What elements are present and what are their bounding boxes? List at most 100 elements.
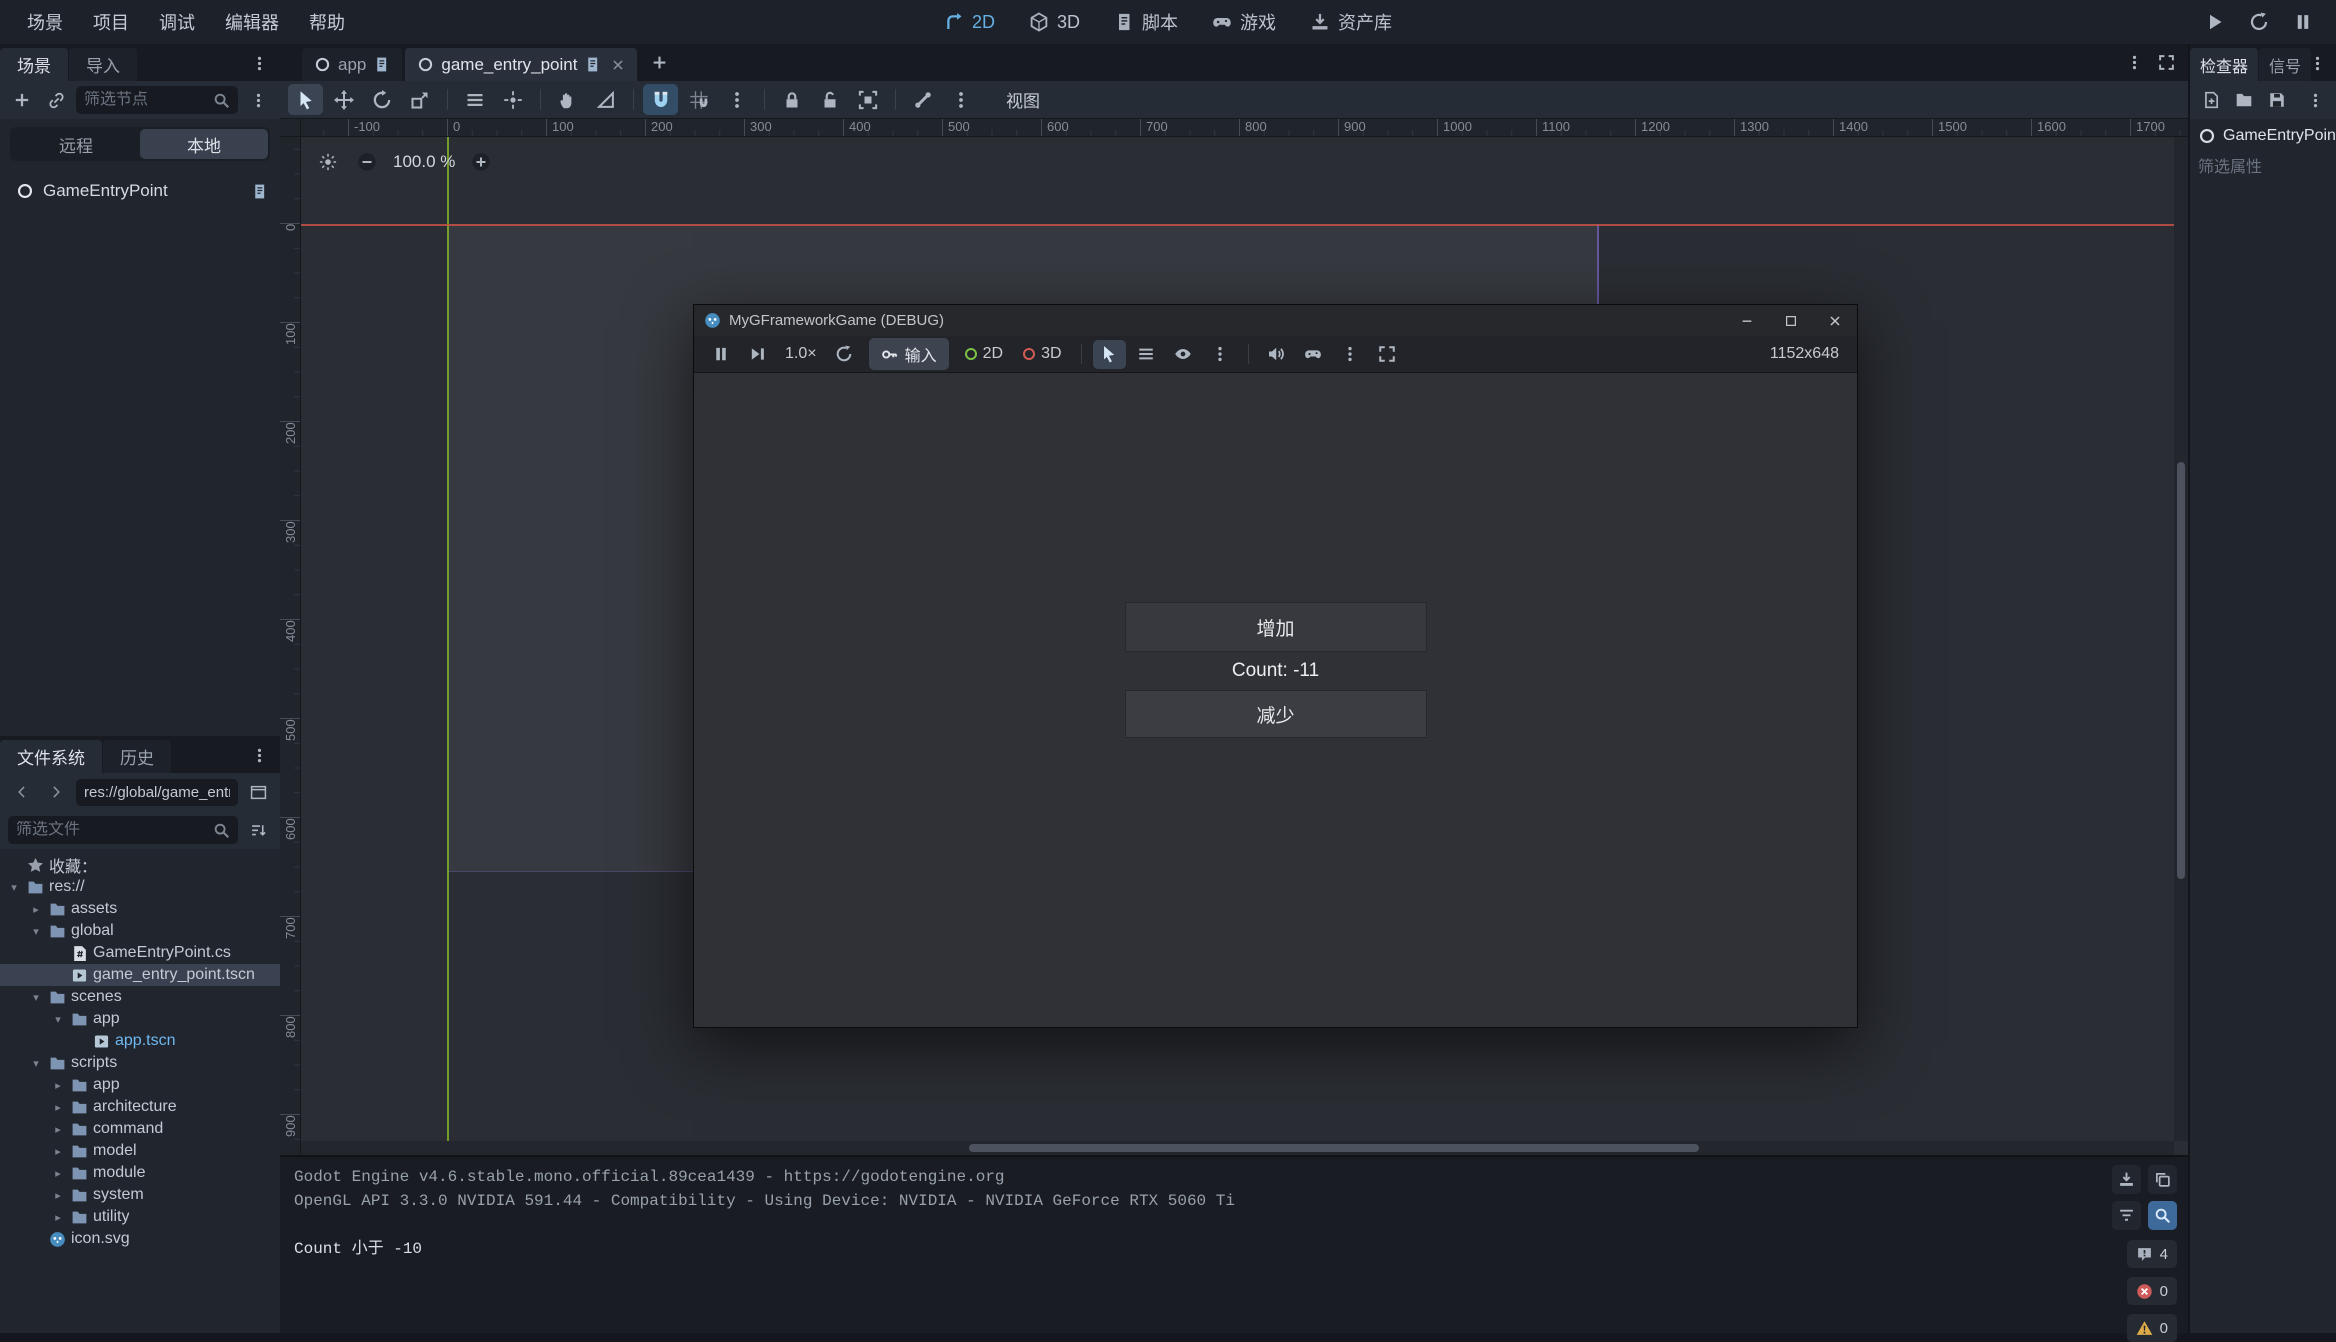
expand-editor-button[interactable] bbox=[2152, 49, 2180, 77]
dock-tab[interactable]: 文件系统 bbox=[0, 740, 102, 773]
expand-arrow[interactable]: ▸ bbox=[50, 1101, 66, 1114]
local-tab[interactable]: 本地 bbox=[140, 129, 268, 159]
dock-tab[interactable]: 检查器 bbox=[2190, 48, 2258, 81]
filter-properties-input[interactable]: 筛选属性 bbox=[2198, 153, 2328, 177]
file-tree-item[interactable]: ▸ module bbox=[0, 1162, 280, 1184]
menu-item[interactable]: 帮助 bbox=[294, 4, 360, 40]
expand-arrow[interactable]: ▾ bbox=[6, 881, 22, 894]
file-tree-item[interactable]: ▸ system bbox=[0, 1184, 280, 1206]
reset-speed-button[interactable] bbox=[828, 340, 861, 369]
workspace-tab[interactable]: 资产库 bbox=[1297, 4, 1405, 40]
filesystem-dock-menu-button[interactable] bbox=[246, 742, 272, 768]
debug-menu-button[interactable] bbox=[1297, 340, 1330, 369]
file-tree-item[interactable]: ▾ scenes bbox=[0, 986, 280, 1008]
script-icon[interactable] bbox=[373, 56, 390, 73]
filter-messages-button[interactable] bbox=[2112, 1201, 2141, 1230]
scene-tab[interactable]: app bbox=[302, 48, 402, 81]
minimize-button[interactable] bbox=[1725, 305, 1769, 336]
move-tool-button[interactable] bbox=[326, 84, 361, 115]
snap-options-button[interactable] bbox=[719, 84, 754, 115]
smart-snap-button[interactable] bbox=[643, 84, 678, 115]
pause-game-button[interactable] bbox=[704, 340, 737, 369]
messages-badge[interactable]: 4 bbox=[2127, 1240, 2177, 1268]
select-tool-button[interactable] bbox=[288, 84, 323, 115]
file-tree-item[interactable]: ▸ command bbox=[0, 1118, 280, 1140]
file-tree-item[interactable]: ▾ app bbox=[0, 1008, 280, 1030]
file-tree-item[interactable]: ▸ utility bbox=[0, 1206, 280, 1228]
inspector-menu-button[interactable] bbox=[2304, 50, 2330, 76]
expand-arrow[interactable]: ▾ bbox=[28, 925, 44, 938]
expand-arrow[interactable]: ▾ bbox=[28, 1057, 44, 1070]
workspace-tab[interactable]: 3D bbox=[1016, 7, 1093, 38]
scene-dock-menu-button[interactable] bbox=[246, 50, 272, 76]
mode-2d-button[interactable]: 2D bbox=[957, 341, 1011, 367]
file-tree-item[interactable]: ▸ assets bbox=[0, 898, 280, 920]
scene-tree-options-button[interactable] bbox=[244, 86, 272, 114]
center-view-button[interactable] bbox=[313, 147, 343, 177]
expand-arrow[interactable]: ▸ bbox=[28, 903, 44, 916]
camera-menu-button[interactable] bbox=[1204, 340, 1237, 369]
zoom-level[interactable]: 100.0 % bbox=[391, 152, 457, 172]
scale-tool-button[interactable] bbox=[402, 84, 437, 115]
playback-speed[interactable]: 1.0× bbox=[778, 345, 824, 363]
filter-files-input[interactable] bbox=[16, 821, 207, 839]
zoom-out-button[interactable] bbox=[352, 147, 382, 177]
file-tree-item[interactable]: ▾ res:// bbox=[0, 876, 280, 898]
lock-node-button[interactable] bbox=[774, 84, 809, 115]
file-tree-item[interactable]: icon.svg bbox=[0, 1228, 280, 1250]
game-window-titlebar[interactable]: MyGFrameworkGame (DEBUG) bbox=[694, 305, 1857, 336]
decrease-button[interactable]: 减少 bbox=[1125, 690, 1427, 738]
toggle-split-mode-button[interactable] bbox=[244, 778, 272, 806]
view-menu-button[interactable]: 视图 bbox=[993, 83, 1053, 116]
sort-files-button[interactable] bbox=[244, 816, 272, 844]
vertical-scrollbar[interactable] bbox=[2174, 137, 2188, 1141]
save-resource-button[interactable] bbox=[2265, 88, 2289, 112]
menu-item[interactable]: 项目 bbox=[78, 4, 144, 40]
window-menu-button[interactable] bbox=[1334, 340, 1367, 369]
workspace-tab[interactable]: 游戏 bbox=[1199, 4, 1289, 40]
menu-item[interactable]: 调试 bbox=[144, 4, 210, 40]
vertical-scrollbar-thumb[interactable] bbox=[2177, 462, 2185, 879]
mode-3d-button[interactable]: 3D bbox=[1015, 341, 1069, 367]
expand-arrow[interactable]: ▸ bbox=[50, 1189, 66, 1202]
selectable-nodes-button[interactable] bbox=[457, 84, 492, 115]
expand-arrow[interactable]: ▾ bbox=[28, 991, 44, 1004]
file-tree-item[interactable]: 收藏： bbox=[0, 854, 280, 876]
errors-badge[interactable]: 0 bbox=[2127, 1277, 2177, 1305]
open-script-icon[interactable] bbox=[251, 183, 268, 200]
history-back-button[interactable] bbox=[8, 778, 36, 806]
filter-nodes-input[interactable] bbox=[84, 91, 207, 109]
dock-tab[interactable]: 历史 bbox=[103, 740, 171, 773]
increase-button[interactable]: 增加 bbox=[1125, 602, 1427, 652]
scene-tree-node[interactable]: GameEntryPoint bbox=[0, 173, 280, 209]
menu-item[interactable]: 场景 bbox=[12, 4, 78, 40]
save-log-button[interactable] bbox=[2112, 1165, 2141, 1194]
file-tree-item[interactable]: GameEntryPoint.cs bbox=[0, 942, 280, 964]
file-tree-item[interactable]: ▸ model bbox=[0, 1140, 280, 1162]
file-tree-item[interactable]: ▸ app bbox=[0, 1074, 280, 1096]
horizontal-scrollbar-thumb[interactable] bbox=[969, 1144, 1699, 1152]
grid-snap-button[interactable] bbox=[681, 84, 716, 115]
inspected-object[interactable]: GameEntryPoint... bbox=[2190, 119, 2336, 149]
node-type-button[interactable] bbox=[1130, 340, 1163, 369]
expand-arrow[interactable]: ▾ bbox=[50, 1013, 66, 1026]
next-frame-button[interactable] bbox=[741, 340, 774, 369]
file-tree-item[interactable]: ▸ architecture bbox=[0, 1096, 280, 1118]
fullscreen-button[interactable] bbox=[1371, 340, 1404, 369]
copy-log-button[interactable] bbox=[2148, 1165, 2177, 1194]
scene-tab[interactable]: game_entry_point bbox=[405, 48, 637, 81]
expand-arrow[interactable]: ▸ bbox=[50, 1145, 66, 1158]
new-resource-button[interactable] bbox=[2199, 88, 2223, 112]
scene-tab-list-button[interactable] bbox=[2120, 49, 2148, 77]
workspace-tab[interactable]: 脚本 bbox=[1101, 4, 1191, 40]
history-forward-button[interactable] bbox=[42, 778, 70, 806]
new-scene-tab-button[interactable] bbox=[644, 48, 674, 78]
expand-arrow[interactable]: ▸ bbox=[50, 1123, 66, 1136]
pick-node-button[interactable] bbox=[1093, 340, 1126, 369]
add-node-button[interactable] bbox=[8, 86, 36, 114]
inspector-extra-button[interactable] bbox=[2303, 88, 2327, 112]
instance-scene-button[interactable] bbox=[42, 86, 70, 114]
skeleton-menu-button[interactable] bbox=[943, 84, 978, 115]
dock-tab[interactable]: 导入 bbox=[69, 48, 137, 81]
expand-arrow[interactable]: ▸ bbox=[50, 1167, 66, 1180]
